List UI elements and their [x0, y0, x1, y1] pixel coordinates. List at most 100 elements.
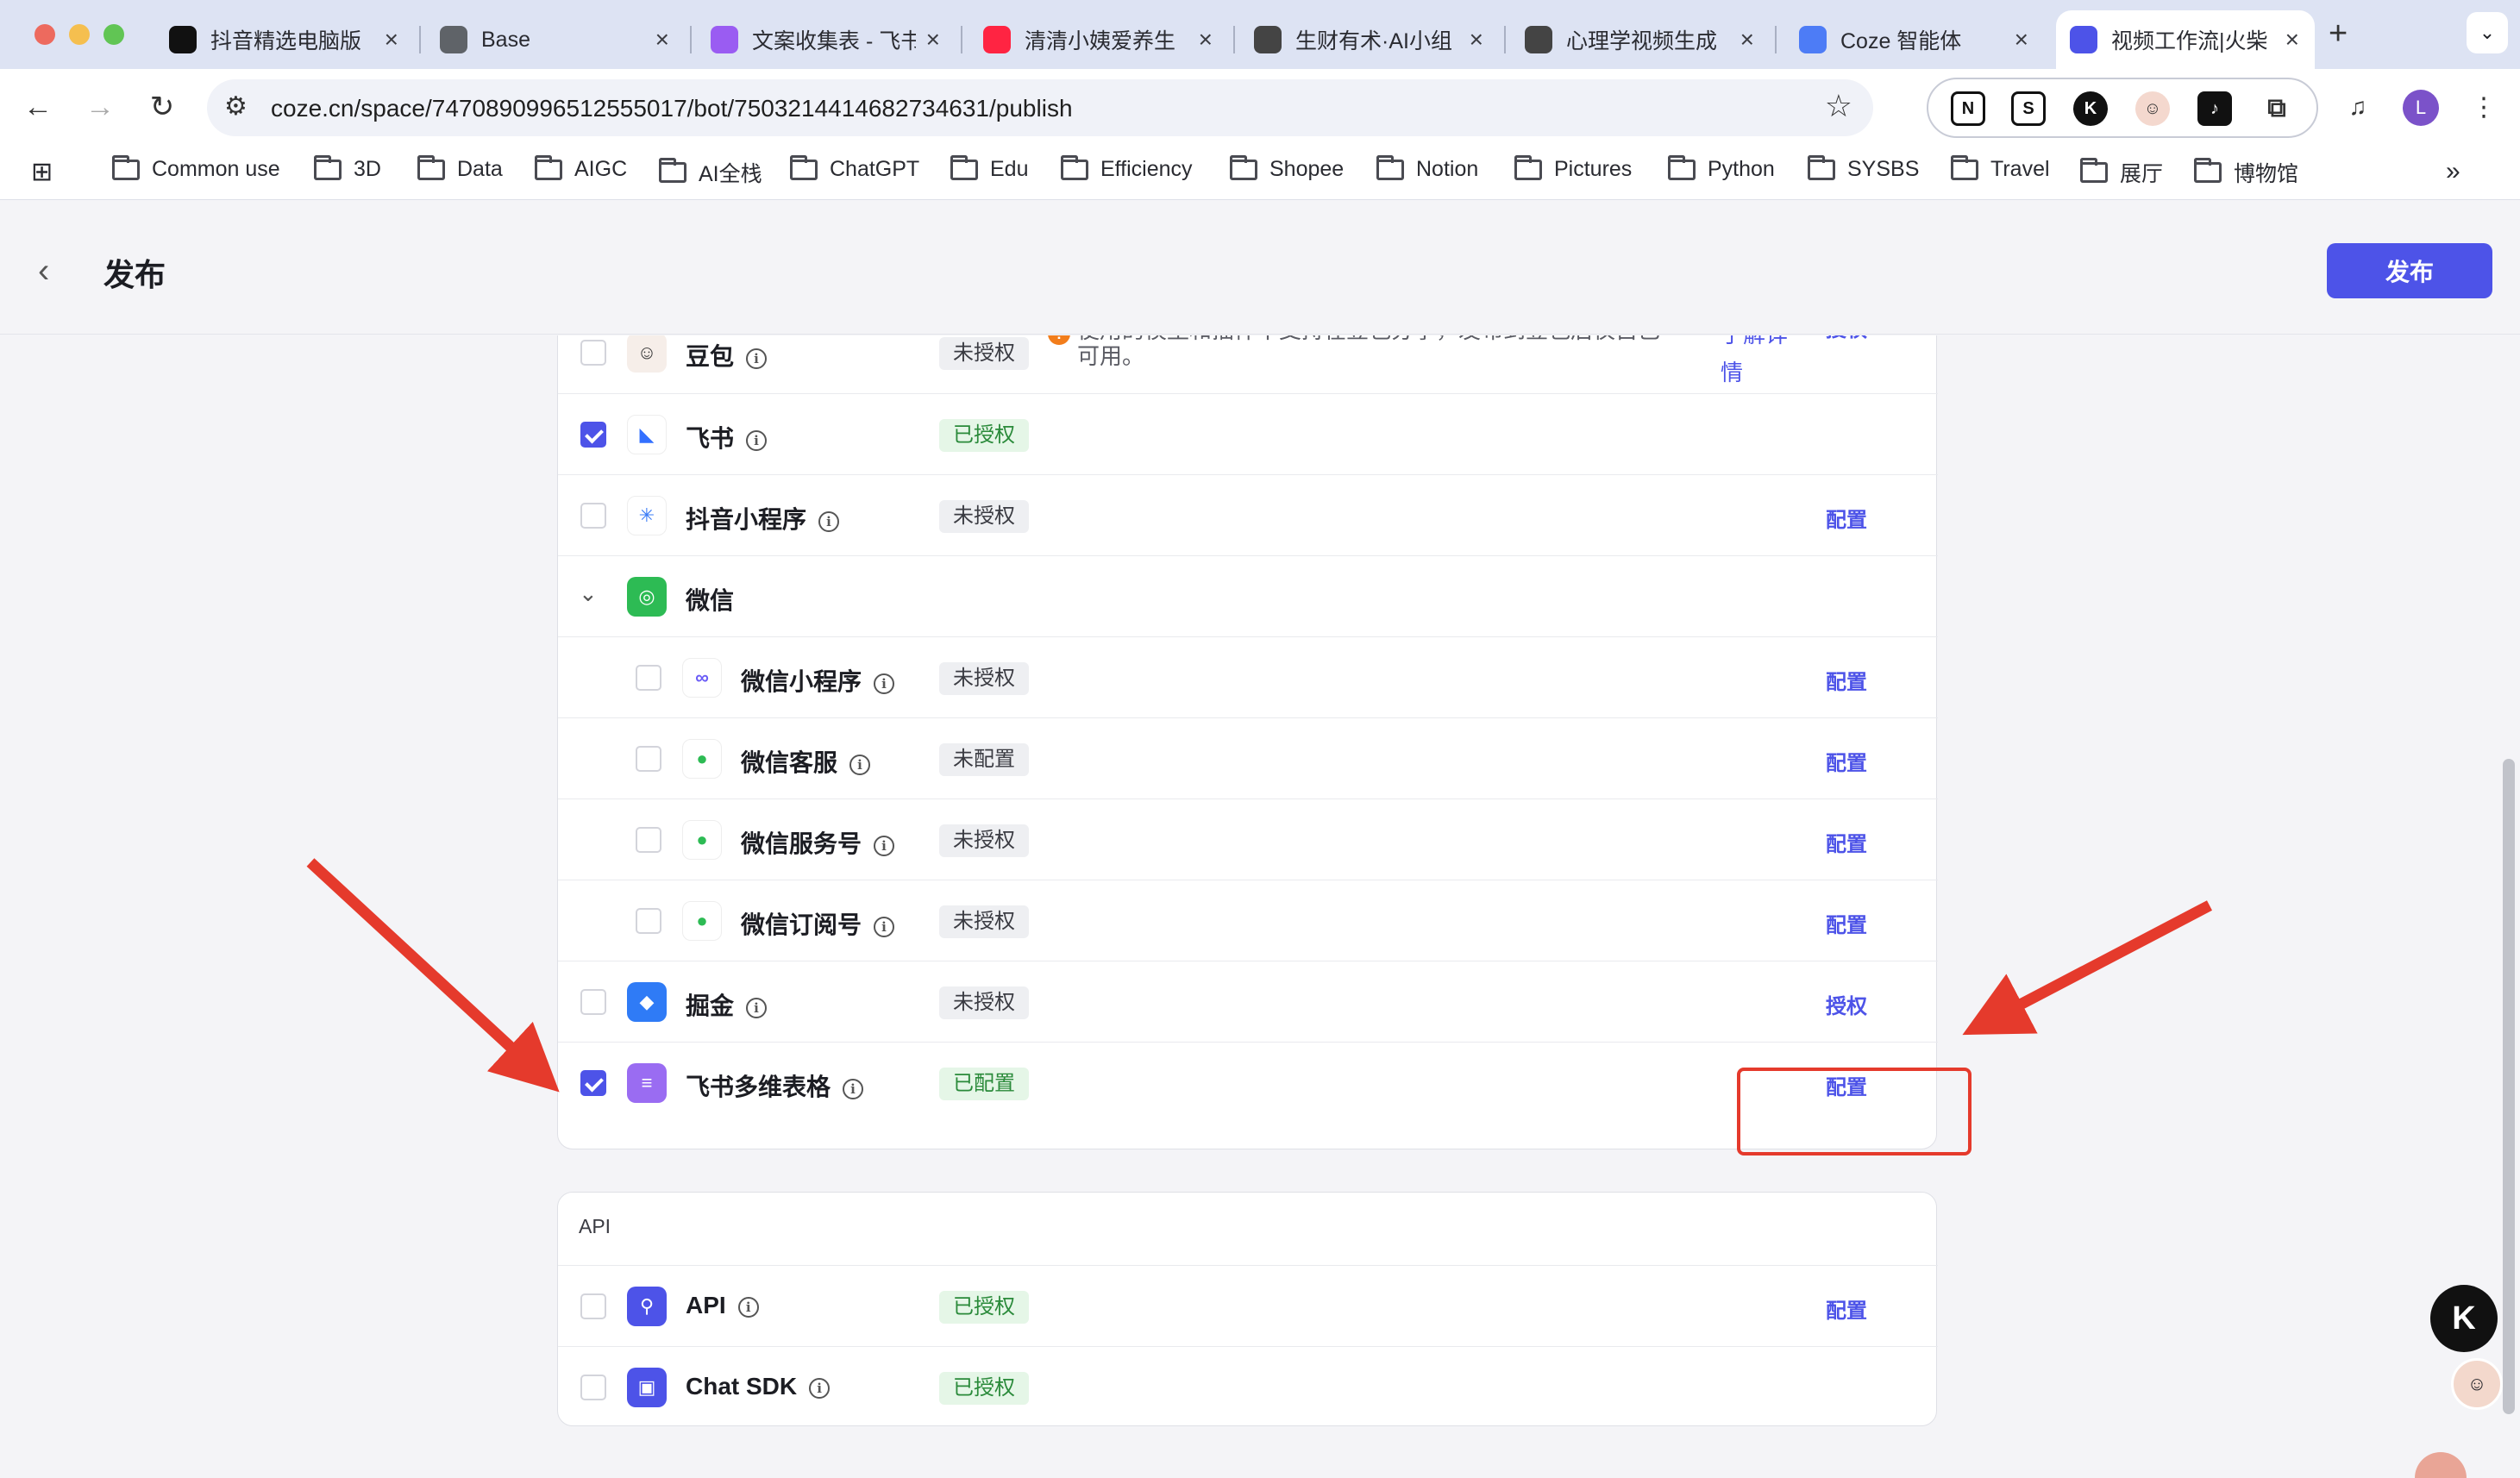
browser-tab[interactable]: Base ×	[426, 10, 685, 69]
close-tab-icon[interactable]: ×	[1470, 26, 1483, 53]
bookmark-star-icon[interactable]: ☆	[1825, 88, 1852, 124]
browser-tab[interactable]: 心理学视频生成 ×	[1511, 10, 1770, 69]
platform-row[interactable]: ● 微信服务号 i 未授权 配置	[558, 798, 1938, 880]
platform-row[interactable]: ☺ 豆包 i 未授权! 使用的模型和插件不支持在豆包分享，发布到豆包后仅自己可用。 了解详…	[558, 335, 1938, 393]
site-settings-icon[interactable]: ⚙	[224, 91, 248, 122]
stacks-extension-icon[interactable]: S	[2011, 91, 2046, 126]
close-tab-icon[interactable]: ×	[2285, 26, 2299, 53]
k-floating-button[interactable]: K	[2430, 1285, 2498, 1352]
bookmark-folder[interactable]: Common use	[112, 154, 280, 182]
platform-checkbox[interactable]	[580, 1293, 606, 1319]
info-icon[interactable]: i	[809, 1377, 831, 1399]
info-icon[interactable]: i	[746, 997, 768, 1018]
k-extension-icon[interactable]: K	[2073, 91, 2108, 126]
browser-tab[interactable]: 抖音精选电脑版 ×	[155, 10, 414, 69]
bookmark-folder[interactable]: Notion	[1376, 154, 1478, 182]
info-icon[interactable]: i	[843, 1078, 864, 1099]
minimize-window-button[interactable]	[69, 24, 90, 45]
publish-content[interactable]: ☺ 豆包 i 未授权! 使用的模型和插件不支持在豆包分享，发布到豆包后仅自己可用。 了解详…	[0, 335, 2520, 1478]
bookmark-folder[interactable]: AI全栈	[659, 157, 762, 188]
bookmark-folder[interactable]: 展厅	[2080, 157, 2163, 188]
platform-row[interactable]: ▣ Chat SDK i 已授权	[558, 1346, 1938, 1427]
scrollbar-thumb[interactable]	[2503, 759, 2515, 1414]
platform-checkbox[interactable]	[636, 746, 661, 772]
close-tab-icon[interactable]: ×	[1740, 26, 1754, 53]
maximize-window-button[interactable]	[103, 24, 124, 45]
close-tab-icon[interactable]: ×	[385, 26, 398, 53]
platform-row[interactable]: ⚲ API i 已授权 配置	[558, 1265, 1938, 1346]
platform-row[interactable]: ◆ 掘金 i 未授权 授权	[558, 961, 1938, 1042]
bookmark-folder[interactable]: Edu	[950, 154, 1028, 182]
reload-icon[interactable]: ↻	[141, 86, 183, 128]
chevron-down-icon[interactable]: ⌄	[579, 580, 598, 607]
info-icon[interactable]: i	[746, 348, 768, 369]
platform-row[interactable]: ◣ 飞书 i 已授权	[558, 393, 1938, 474]
bookmark-folder[interactable]: Travel	[1951, 154, 2050, 182]
info-icon[interactable]: i	[746, 429, 768, 451]
info-icon[interactable]: i	[874, 835, 895, 856]
platform-action-link[interactable]: 配置	[1826, 503, 1867, 533]
platform-action-link[interactable]: 配置	[1826, 908, 1867, 938]
profile-avatar[interactable]: L	[2403, 90, 2439, 126]
close-tab-icon[interactable]: ×	[2015, 26, 2028, 53]
info-icon[interactable]: i	[818, 510, 840, 532]
platform-checkbox[interactable]	[636, 827, 661, 853]
platform-checkbox[interactable]	[636, 665, 661, 691]
platform-row[interactable]: ≡ 飞书多维表格 i 已配置 配置	[558, 1042, 1938, 1123]
platform-row[interactable]: ● 微信客服 i 未配置 配置	[558, 717, 1938, 798]
more-bookmarks-icon[interactable]: »	[2446, 157, 2460, 186]
close-tab-icon[interactable]: ×	[655, 26, 669, 53]
bookmark-folder[interactable]: 3D	[314, 154, 381, 182]
tiktok-extension-icon[interactable]: ♪	[2197, 91, 2232, 126]
platform-checkbox[interactable]	[580, 340, 606, 366]
platform-row[interactable]: ⌄ ◎ 微信	[558, 555, 1938, 636]
puzzle-extensions-icon[interactable]: ⧉	[2260, 91, 2294, 126]
publish-button[interactable]: 发布	[2327, 243, 2492, 298]
info-icon[interactable]: i	[874, 673, 895, 694]
info-icon[interactable]: i	[874, 916, 895, 937]
bookmark-folder[interactable]: Data	[417, 154, 503, 182]
bookmark-folder[interactable]: AIGC	[535, 154, 627, 182]
info-icon[interactable]: i	[849, 754, 871, 775]
browser-tab[interactable]: 生财有术·AI小组 ×	[1240, 10, 1499, 69]
bookmark-folder[interactable]: Efficiency	[1061, 154, 1193, 182]
assistant-avatar-button[interactable]: ☺	[2451, 1358, 2503, 1410]
platform-action-link[interactable]: 授权	[1826, 989, 1867, 1019]
bookmark-folder[interactable]: SYSBS	[1808, 154, 1919, 182]
media-controls-icon[interactable]: ♫	[2337, 86, 2379, 128]
platform-checkbox[interactable]	[580, 989, 606, 1015]
info-icon[interactable]: i	[737, 1296, 759, 1318]
bookmark-folder[interactable]: Shopee	[1230, 154, 1344, 182]
platform-action-link[interactable]: 授权	[1826, 335, 1867, 342]
address-bar[interactable]: ⚙ coze.cn/space/7470890996512555017/bot/…	[207, 79, 1873, 136]
platform-checkbox[interactable]	[580, 1070, 606, 1096]
back-chevron-icon[interactable]: ‹	[38, 252, 49, 291]
platform-row[interactable]: ∞ 微信小程序 i 未授权 配置	[558, 636, 1938, 717]
back-arrow-icon[interactable]: ←	[17, 86, 59, 128]
platform-row[interactable]: ✳ 抖音小程序 i 未授权 配置	[558, 474, 1938, 555]
bookmark-folder[interactable]: Pictures	[1514, 154, 1632, 182]
platform-checkbox[interactable]	[580, 422, 606, 448]
apps-grid-icon[interactable]: ⊞	[31, 157, 53, 187]
platform-row[interactable]: ● 微信订阅号 i 未授权 配置	[558, 880, 1938, 961]
close-tab-icon[interactable]: ×	[1199, 26, 1213, 53]
platform-action-link[interactable]: 配置	[1826, 827, 1867, 857]
new-tab-button[interactable]: +	[2329, 16, 2348, 53]
tab-search-button[interactable]: ⌄	[2467, 12, 2508, 53]
bookmark-folder[interactable]: 博物馆	[2194, 157, 2298, 188]
platform-action-link[interactable]: 配置	[1826, 1293, 1867, 1324]
platform-action-link[interactable]: 配置	[1826, 746, 1867, 776]
platform-checkbox[interactable]	[636, 908, 661, 934]
doubao-extension-icon[interactable]: ☺	[2135, 91, 2170, 126]
platform-checkbox[interactable]	[580, 503, 606, 529]
browser-tab[interactable]: 视频工作流|火柴 ×	[2056, 10, 2315, 69]
forward-arrow-icon[interactable]: →	[79, 86, 121, 128]
platform-action-link[interactable]: 配置	[1826, 665, 1867, 695]
close-tab-icon[interactable]: ×	[926, 26, 940, 53]
browser-tab[interactable]: 清清小姨爱养生 ×	[969, 10, 1228, 69]
platform-checkbox[interactable]	[580, 1375, 606, 1400]
bookmark-folder[interactable]: Python	[1668, 154, 1775, 182]
notion-extension-icon[interactable]: N	[1951, 91, 1985, 126]
more-menu-icon[interactable]: ⋮	[2463, 86, 2504, 128]
learn-more-link[interactable]: 了解详情	[1721, 335, 1798, 391]
